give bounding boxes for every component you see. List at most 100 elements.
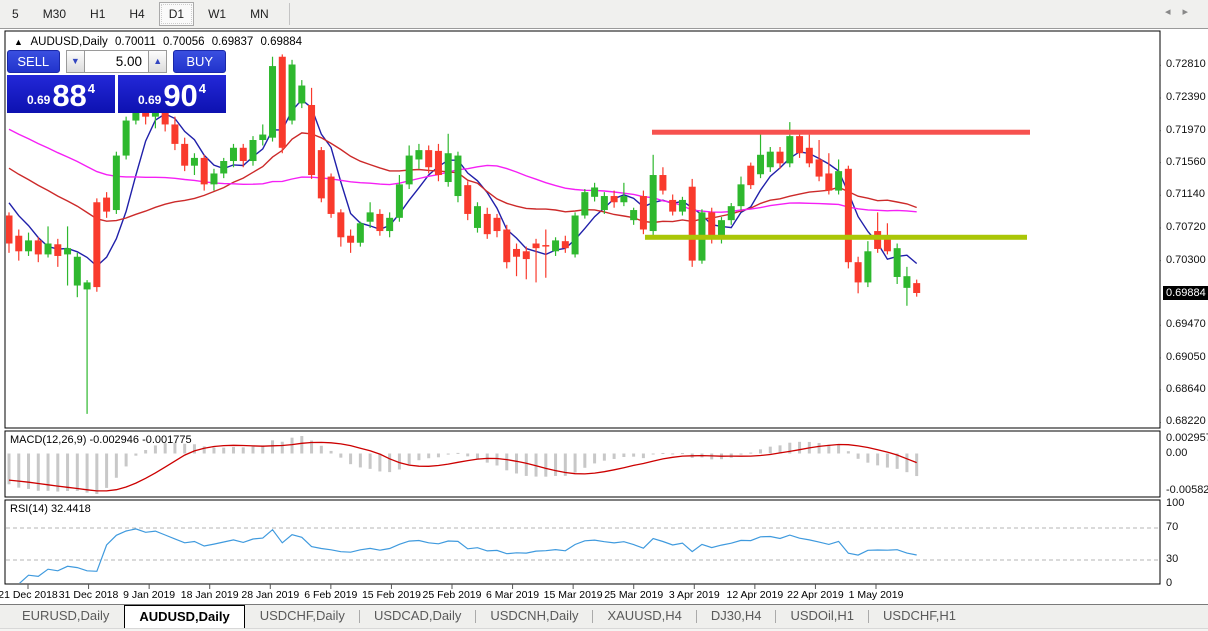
macd-histogram-bar bbox=[554, 453, 558, 476]
candle-body bbox=[356, 223, 364, 243]
candle-body bbox=[815, 159, 823, 177]
buy-button[interactable]: BUY bbox=[173, 50, 226, 73]
timeframe-button-h4[interactable]: H4 bbox=[119, 2, 154, 26]
macd-histogram-bar bbox=[290, 437, 294, 454]
macd-histogram-bar bbox=[837, 445, 841, 454]
candle-body bbox=[639, 196, 647, 230]
macd-histogram-bar bbox=[75, 453, 79, 491]
date-tick-label: 28 Jan 2019 bbox=[241, 589, 300, 601]
candle-body bbox=[6, 215, 13, 244]
candle-body bbox=[366, 212, 374, 222]
macd-histogram-bar bbox=[798, 441, 802, 454]
candle-body bbox=[864, 251, 872, 283]
ohlc-low: 0.69837 bbox=[211, 36, 254, 48]
macd-histogram-bar bbox=[134, 453, 138, 456]
candle-body bbox=[103, 197, 111, 212]
macd-histogram-bar bbox=[339, 453, 343, 458]
macd-histogram-bar bbox=[632, 453, 636, 457]
candle-body bbox=[259, 134, 267, 141]
timeframe-button-m30[interactable]: M30 bbox=[33, 2, 76, 26]
timeframe-button-h1[interactable]: H1 bbox=[80, 2, 115, 26]
macd-histogram-bar bbox=[515, 453, 519, 474]
candle-body bbox=[425, 150, 433, 168]
candle-body bbox=[493, 217, 501, 232]
macd-histogram-bar bbox=[661, 452, 665, 454]
chart-tab-usdchf-daily[interactable]: USDCHF,Daily bbox=[246, 605, 359, 628]
chart-symbol: AUDUSD,Daily bbox=[30, 36, 108, 48]
tab-scroll-left-icon[interactable]: ◂ bbox=[1165, 6, 1183, 18]
price-tick-label: 0.72810 bbox=[1166, 58, 1206, 71]
macd-histogram-bar bbox=[544, 453, 548, 477]
candle-body bbox=[15, 235, 23, 252]
timeframe-button-5[interactable]: 5 bbox=[2, 2, 29, 26]
candle-body bbox=[903, 276, 911, 288]
timeframe-button-mn[interactable]: MN bbox=[240, 2, 279, 26]
symbol-marker-icon: ▲ bbox=[14, 37, 23, 47]
candle-body bbox=[532, 243, 540, 249]
tab-scroll-right-icon[interactable]: ▸ bbox=[1182, 6, 1200, 18]
macd-histogram-bar bbox=[358, 453, 362, 468]
rsi-value: 32.4418 bbox=[50, 503, 91, 515]
macd-histogram-bar bbox=[759, 449, 763, 454]
sell-quote-box[interactable]: 0.69 88 4 bbox=[7, 75, 115, 113]
macd-histogram-bar bbox=[427, 453, 431, 459]
macd-histogram-bar bbox=[124, 453, 128, 467]
macd-histogram-bar bbox=[85, 453, 89, 493]
date-tick-label: 31 Dec 2018 bbox=[58, 589, 119, 601]
macd-histogram-bar bbox=[17, 453, 21, 488]
macd-histogram-bar bbox=[388, 453, 392, 473]
chart-title: ▲ AUDUSD,Daily 0.70011 0.70056 0.69837 0… bbox=[14, 36, 306, 48]
macd-histogram-bar bbox=[114, 453, 118, 478]
chart-tab-usdchf-h1[interactable]: USDCHF,H1 bbox=[869, 605, 970, 628]
date-tick-label: 6 Feb 2019 bbox=[304, 589, 358, 601]
macd-histogram-bar bbox=[300, 436, 304, 454]
chart-tab-dj30-h4[interactable]: DJ30,H4 bbox=[697, 605, 776, 628]
macd-histogram-bar bbox=[680, 453, 684, 455]
timeframe-button-d1[interactable]: D1 bbox=[158, 2, 195, 26]
chart-tab-audusd-daily[interactable]: AUDUSD,Daily bbox=[124, 605, 245, 628]
chart-tab-xauusd-h4[interactable]: XAUUSD,H4 bbox=[593, 605, 695, 628]
macd-histogram-bar bbox=[368, 453, 372, 469]
candle-body bbox=[93, 202, 101, 288]
price-tick-label: 0.70720 bbox=[1166, 220, 1206, 233]
chart-tab-usdcad-daily[interactable]: USDCAD,Daily bbox=[360, 605, 475, 628]
candle-body bbox=[737, 184, 745, 207]
candle-body bbox=[454, 155, 462, 197]
volume-increase-button[interactable]: ▲ bbox=[148, 50, 168, 73]
candle-body bbox=[669, 199, 677, 212]
candle-body bbox=[913, 283, 921, 293]
macd-histogram-bar bbox=[66, 453, 70, 491]
macd-histogram-bar bbox=[612, 453, 616, 459]
resistance-line[interactable] bbox=[652, 129, 1030, 135]
candle-body bbox=[893, 248, 901, 277]
support-line[interactable] bbox=[645, 234, 1027, 240]
volume-input[interactable] bbox=[85, 50, 148, 73]
chart-tab-usdcnh-daily[interactable]: USDCNH,Daily bbox=[476, 605, 592, 628]
candle-body bbox=[825, 173, 833, 191]
buy-quote-box[interactable]: 0.69 90 4 bbox=[118, 75, 226, 113]
macd-histogram-bar bbox=[905, 453, 909, 473]
chart-tab-eurusd-daily[interactable]: EURUSD,Daily bbox=[8, 605, 123, 628]
date-tick-label: 15 Mar 2019 bbox=[543, 589, 603, 601]
macd-histogram-bar bbox=[866, 453, 870, 463]
sell-button[interactable]: SELL bbox=[7, 50, 60, 73]
ohlc-open: 0.70011 bbox=[115, 36, 156, 48]
timeframe-button-w1[interactable]: W1 bbox=[198, 2, 236, 26]
macd-histogram-bar bbox=[319, 445, 323, 454]
macd-histogram-bar bbox=[251, 446, 255, 454]
tab-scroll-arrows[interactable]: ◂▸ bbox=[1165, 5, 1200, 18]
candle-body bbox=[434, 150, 442, 176]
candle-body bbox=[854, 262, 862, 283]
candle-body bbox=[747, 165, 755, 186]
candle-body bbox=[513, 248, 521, 257]
macd-axis-min: -0.005825 bbox=[1166, 484, 1208, 496]
macd-histogram-bar bbox=[192, 444, 196, 454]
candle-body bbox=[610, 196, 618, 203]
macd-histogram-bar bbox=[436, 453, 440, 458]
candle-body bbox=[44, 243, 52, 255]
volume-decrease-button[interactable]: ▼ bbox=[65, 50, 85, 73]
price-axis: 0.72810 0.72390 0.71970 0.71560 0.71140 0.707… bbox=[1161, 30, 1208, 589]
candle-body bbox=[552, 240, 560, 252]
chart-tab-usdoil-h1[interactable]: USDOil,H1 bbox=[776, 605, 868, 628]
macd-histogram-bar bbox=[622, 453, 626, 458]
